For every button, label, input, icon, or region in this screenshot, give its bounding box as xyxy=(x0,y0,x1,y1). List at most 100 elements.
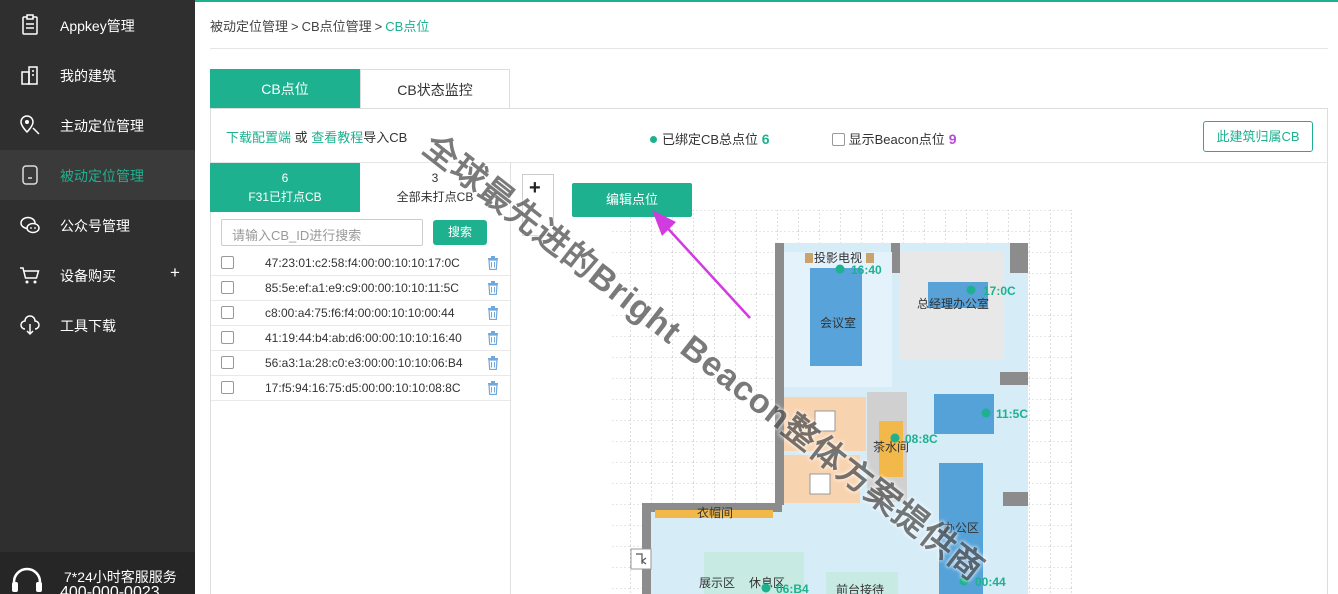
row-checkbox[interactable] xyxy=(221,281,234,294)
sidebar-item-buildings[interactable]: 我的建筑 xyxy=(0,50,195,100)
sidebar-item-appkey[interactable]: Appkey管理 xyxy=(0,0,195,50)
bound-count: 已绑定CB总点位 6 xyxy=(650,129,769,148)
cb-marker-label: 06:B4 xyxy=(776,582,809,594)
cb-list-row[interactable]: 56:a3:1a:28:c0:e3:00:00:10:10:06:B4 xyxy=(211,351,510,376)
cb-id: 17:f5:94:16:75:d5:00:00:10:10:08:8C xyxy=(265,381,461,395)
sidebar-item-official-account[interactable]: 公众号管理 xyxy=(0,200,195,250)
cb-marker[interactable] xyxy=(761,583,771,593)
wall xyxy=(891,243,900,273)
subtab-count: 6 xyxy=(281,171,289,185)
beacon-label: 显示Beacon点位 xyxy=(848,132,945,147)
import-suffix: 导入CB xyxy=(363,130,408,145)
sidebar-item-label: 工具下载 xyxy=(60,318,116,334)
sidebar-item-label: 我的建筑 xyxy=(60,68,116,84)
search-input[interactable]: 请输入CB_ID进行搜索 xyxy=(221,219,423,246)
row-checkbox[interactable] xyxy=(221,256,234,269)
divider xyxy=(210,48,1328,49)
breadcrumb-current: CB点位 xyxy=(385,19,430,34)
bound-label: 已绑定CB总点位 xyxy=(662,132,759,147)
sidebar-item-label: 被动定位管理 xyxy=(60,168,144,184)
cb-list-row[interactable]: 17:f5:94:16:75:d5:00:00:10:10:08:8C xyxy=(211,376,510,401)
sidebar-item-label: 主动定位管理 xyxy=(60,118,144,134)
status-dot-icon xyxy=(650,136,657,143)
trash-icon[interactable] xyxy=(487,256,499,270)
download-config-link[interactable]: 下载配置端 xyxy=(226,130,291,145)
sidebar-item-label: Appkey管理 xyxy=(60,18,135,34)
cb-marker[interactable] xyxy=(966,285,976,295)
location-icon xyxy=(20,115,40,135)
sidebar-item-label: 公众号管理 xyxy=(60,218,130,234)
cb-marker[interactable] xyxy=(981,408,991,418)
wall xyxy=(1003,492,1028,506)
cb-marker-label: 16:40 xyxy=(851,263,882,277)
beacon-checkbox[interactable] xyxy=(832,133,845,146)
building-icon xyxy=(21,66,38,85)
cart-icon xyxy=(20,267,40,284)
room-label: 会议室 xyxy=(820,315,856,330)
tv-stand xyxy=(805,253,813,263)
sidebar-item-tools-download[interactable]: 工具下载 xyxy=(0,300,195,350)
chat-icon xyxy=(20,216,40,234)
tutorial-link[interactable]: 查看教程 xyxy=(311,130,363,145)
clipboard-icon xyxy=(22,14,38,35)
cb-id: 41:19:44:b4:ab:d6:00:00:10:10:16:40 xyxy=(265,331,462,345)
cb-marker[interactable] xyxy=(835,264,845,274)
row-checkbox[interactable] xyxy=(221,381,234,394)
breadcrumb-separator: > xyxy=(291,19,299,34)
cb-marker[interactable] xyxy=(890,433,900,443)
cb-marker-label: 17:0C xyxy=(983,284,1016,298)
search-button[interactable]: 搜索 xyxy=(433,220,487,245)
trash-icon[interactable] xyxy=(487,381,499,395)
floor-plan-map[interactable]: 投影电视 会议室 总经理办公室 茶水间 衣帽间 办公区 展示区 休息区 前台接待… xyxy=(560,175,1080,594)
cb-list-row[interactable]: 47:23:01:c2:58:f4:00:00:10:10:17:0C xyxy=(211,251,510,276)
search-placeholder: 请输入CB_ID进行搜索 xyxy=(232,228,362,243)
cb-id: 85:5e:ef:a1:e9:c9:00:00:10:10:11:5C xyxy=(265,281,459,295)
bound-number: 6 xyxy=(761,131,770,147)
tab-cb-points[interactable]: CB点位 xyxy=(210,69,360,109)
room-label: 茶水间 xyxy=(873,439,909,454)
trash-icon[interactable] xyxy=(487,306,499,320)
room-label: 总经理办公室 xyxy=(917,296,989,311)
cb-id: 47:23:01:c2:58:f4:00:00:10:10:17:0C xyxy=(265,256,460,270)
trash-icon[interactable] xyxy=(487,281,499,295)
trash-icon[interactable] xyxy=(487,331,499,345)
room-label: 展示区 xyxy=(699,576,735,590)
building-owner-cb-button[interactable]: 此建筑归属CB xyxy=(1203,121,1313,152)
cb-id: 56:a3:1a:28:c0:e3:00:00:10:10:06:B4 xyxy=(265,356,463,370)
cb-list-row[interactable]: 85:5e:ef:a1:e9:c9:00:00:10:10:11:5C xyxy=(211,276,510,301)
import-or: 或 xyxy=(294,130,308,145)
import-instructions: 下载配置端 或 查看教程导入CB xyxy=(226,127,407,146)
breadcrumb-item[interactable]: 被动定位管理 xyxy=(210,19,288,34)
breadcrumb-item[interactable]: CB点位管理 xyxy=(302,19,372,34)
sidebar-item-active-positioning[interactable]: 主动定位管理 xyxy=(0,100,195,150)
room-label: 衣帽间 xyxy=(697,505,733,520)
expand-icon[interactable]: + xyxy=(170,263,180,283)
cb-list-row[interactable]: c8:00:a4:75:f6:f4:00:00:10:10:00:44 xyxy=(211,301,510,326)
room-label: 前台接待 xyxy=(836,582,884,594)
row-checkbox[interactable] xyxy=(221,306,234,319)
subtab-label: F31已打点CB xyxy=(248,190,322,204)
cb-marker-label: 00:44 xyxy=(975,575,1006,589)
subtab-placed-cb[interactable]: 6 F31已打点CB xyxy=(210,163,360,212)
tablet-icon xyxy=(22,165,38,185)
trash-icon[interactable] xyxy=(487,356,499,370)
tab-cb-status[interactable]: CB状态监控 xyxy=(360,69,510,109)
beacon-toggle[interactable]: 显示Beacon点位 9 xyxy=(832,129,957,148)
wall xyxy=(775,243,784,505)
beacon-number: 9 xyxy=(948,131,957,147)
exit-icon xyxy=(630,548,652,570)
cb-marker-label: 11:5C xyxy=(996,407,1028,421)
cb-id: c8:00:a4:75:f6:f4:00:00:10:10:00:44 xyxy=(265,306,455,320)
sidebar: Appkey管理 我的建筑 主动定位管理 被动定位管理 公众号管理 设备购买 +… xyxy=(0,0,195,594)
breadcrumb: 被动定位管理 > CB点位管理 > CB点位 xyxy=(210,16,429,35)
row-checkbox[interactable] xyxy=(221,331,234,344)
sidebar-item-purchase[interactable]: 设备购买 + xyxy=(0,250,195,300)
cb-list-row[interactable]: 41:19:44:b4:ab:d6:00:00:10:10:16:40 xyxy=(211,326,510,351)
top-accent-line xyxy=(195,0,1338,2)
row-checkbox[interactable] xyxy=(221,356,234,369)
cloud-download-icon xyxy=(20,315,40,336)
wall xyxy=(1010,243,1028,273)
sidebar-item-passive-positioning[interactable]: 被动定位管理 xyxy=(0,150,195,200)
sidebar-item-label: 设备购买 xyxy=(60,268,116,284)
headset-icon xyxy=(12,567,42,592)
